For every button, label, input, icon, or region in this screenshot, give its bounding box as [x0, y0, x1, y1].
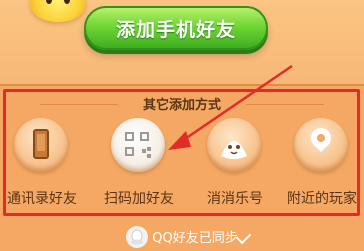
sync-status-text: QQ好友已同步	[152, 231, 238, 246]
qq-penguin-icon	[126, 225, 149, 248]
qq-sync-status: QQ好友已同步	[0, 222, 364, 251]
mascot-eye	[46, 0, 52, 4]
mascot-eye	[64, 0, 70, 4]
highlight-annotation-box	[3, 89, 360, 216]
add-mobile-friend-button[interactable]: 添加手机好友	[84, 6, 268, 50]
